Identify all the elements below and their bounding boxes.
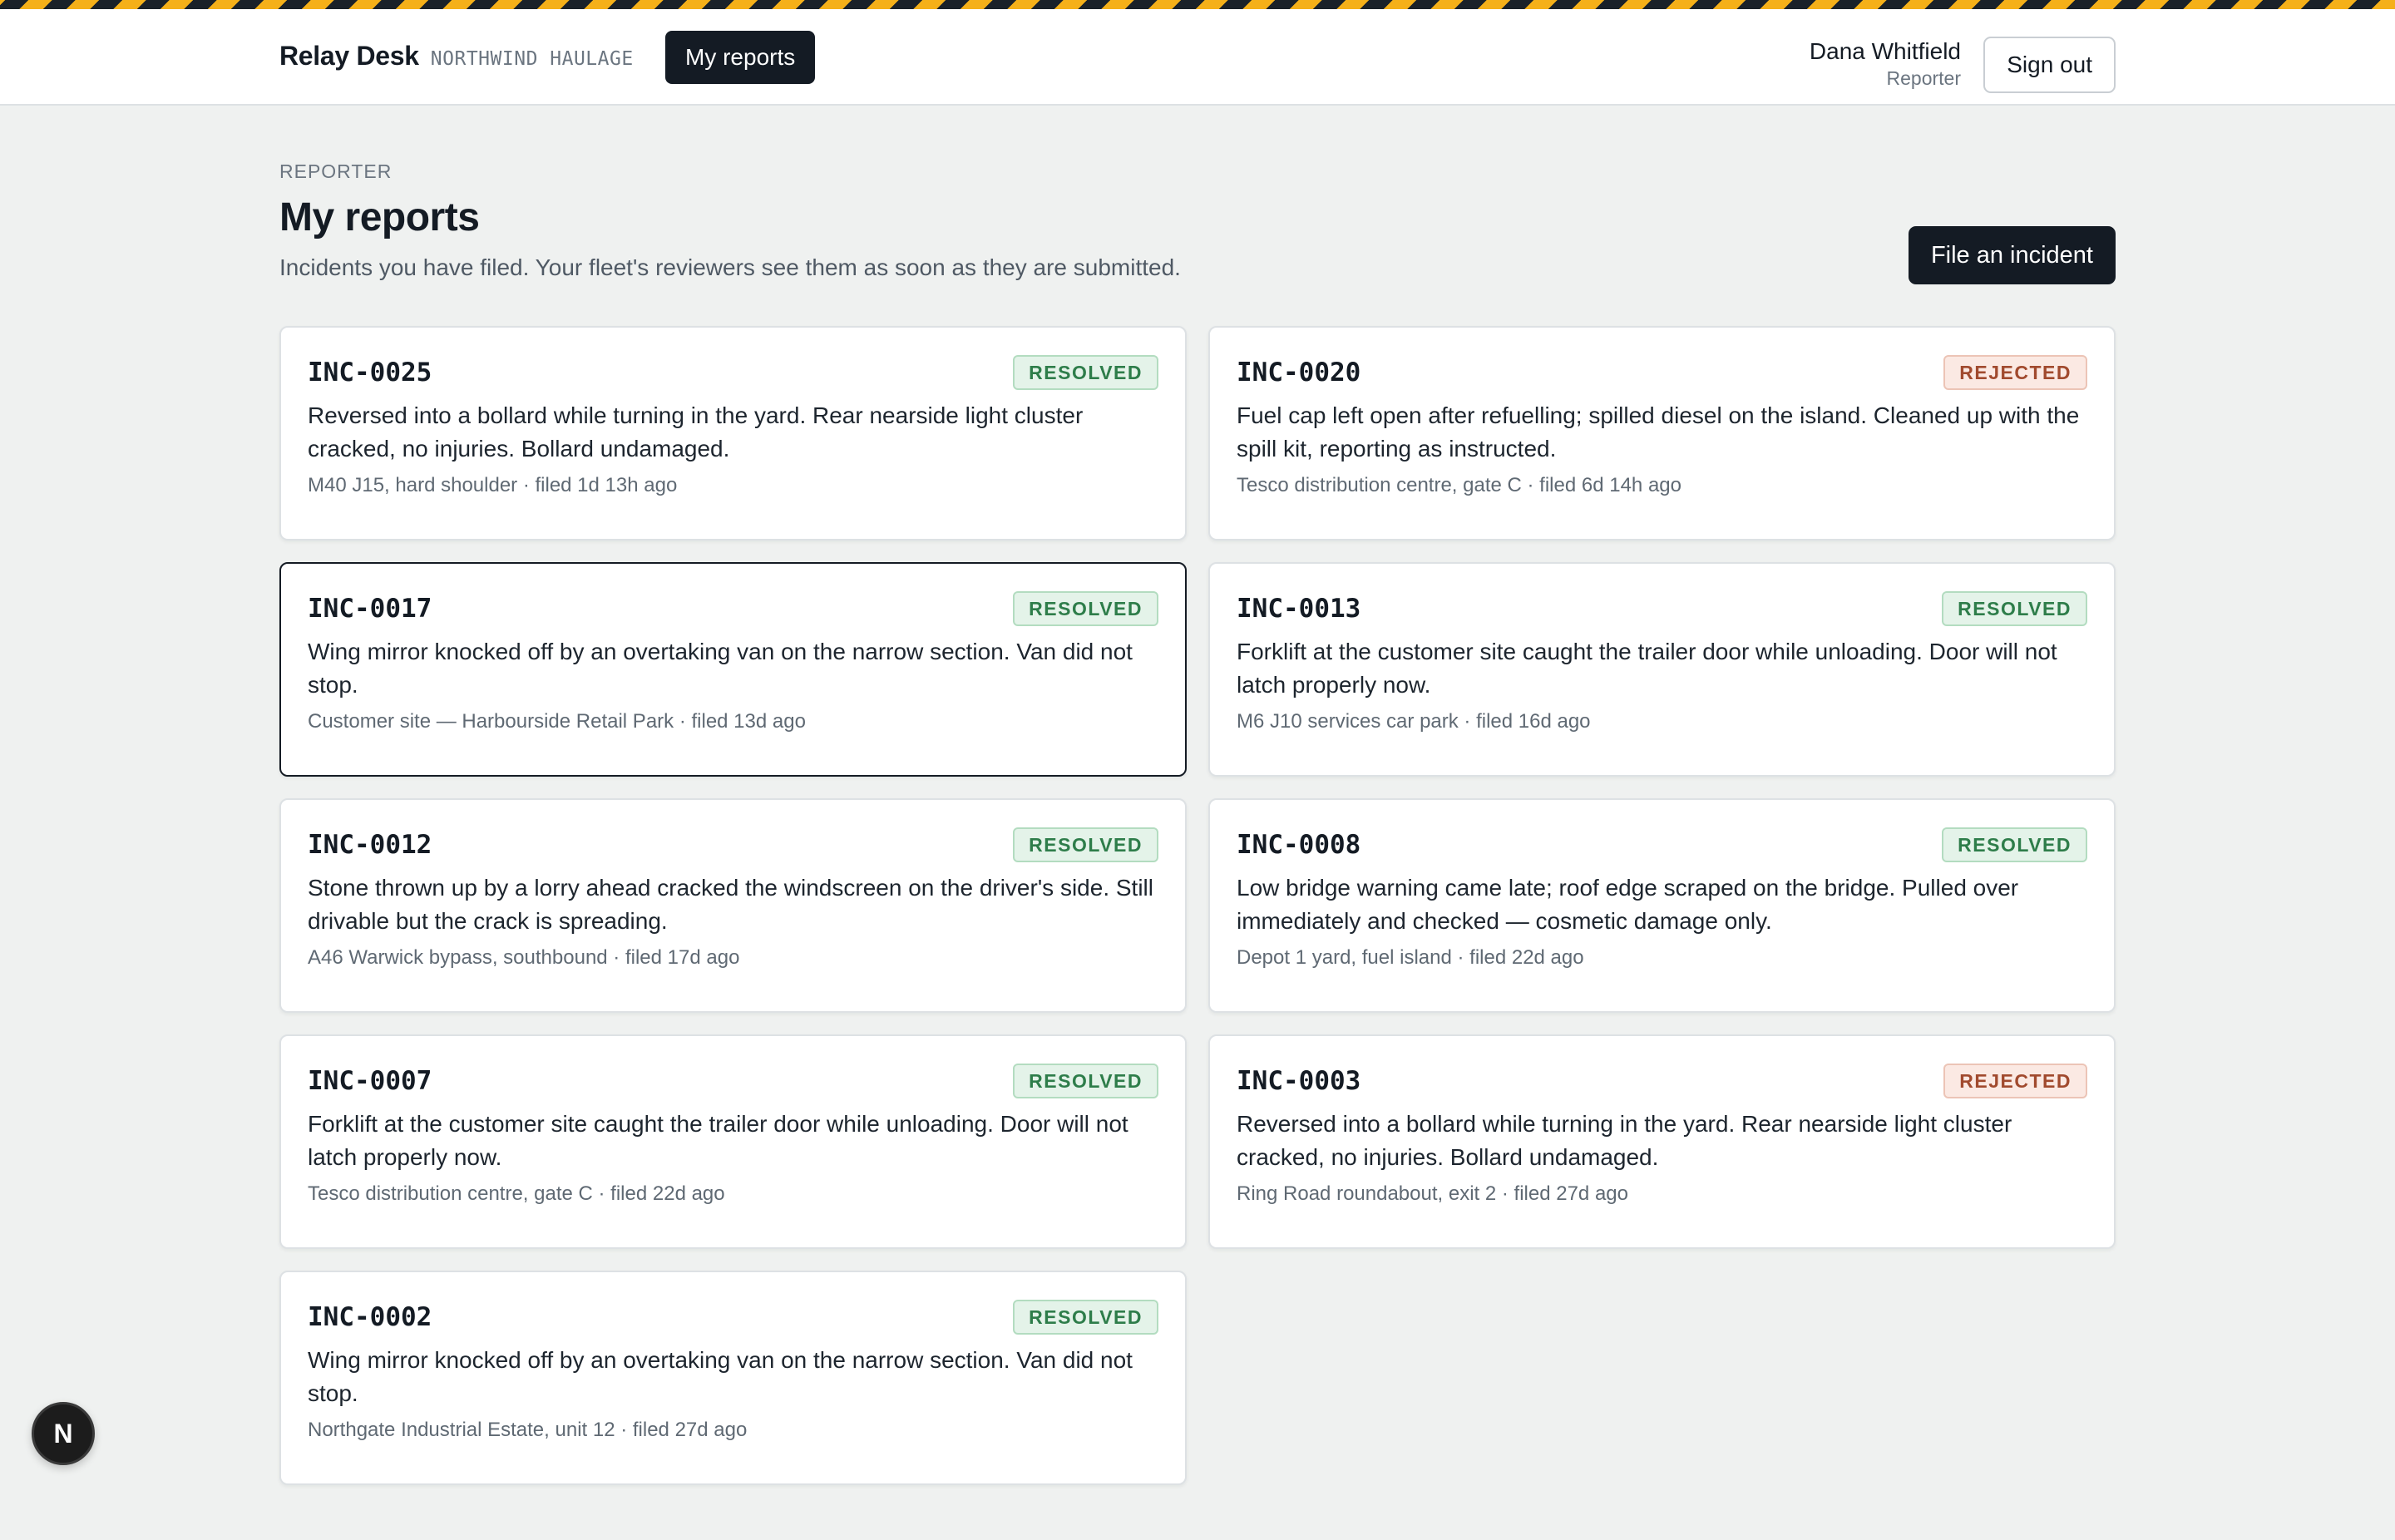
status-badge: RESOLVED xyxy=(1013,591,1158,626)
incident-description: Forklift at the customer site caught the… xyxy=(308,1111,1128,1170)
incident-description: Stone thrown up by a lorry ahead cracked… xyxy=(308,875,1153,934)
top-bar: Relay Desk NORTHWIND HAULAGE My reports … xyxy=(0,9,2395,106)
status-badge: RESOLVED xyxy=(1942,591,2087,626)
status-badge: RESOLVED xyxy=(1013,827,1158,862)
status-badge: RESOLVED xyxy=(1013,355,1158,390)
page-subtitle: Incidents you have filed. Your fleet's r… xyxy=(279,254,1181,280)
user-name: Dana Whitfield xyxy=(1809,38,1961,64)
user-role: Reporter xyxy=(1886,67,1961,89)
incident-id: INC-0012 xyxy=(308,830,432,860)
incident-description: Reversed into a bollard while turning in… xyxy=(308,402,1084,462)
brand-name: Relay Desk xyxy=(279,41,419,71)
incident-id: INC-0025 xyxy=(308,358,432,387)
incident-description: Forklift at the customer site caught the… xyxy=(1237,639,2057,698)
incident-card-selected[interactable]: INC-0017 RESOLVED Wing mirror knocked of… xyxy=(279,562,1187,777)
incident-id: INC-0007 xyxy=(308,1066,432,1096)
incident-id: INC-0020 xyxy=(1237,358,1361,387)
incident-card[interactable]: INC-0020 REJECTED Fuel cap left open aft… xyxy=(1208,326,2116,540)
incident-grid: INC-0025 RESOLVED Reversed into a bollar… xyxy=(279,326,2116,1485)
incident-id: INC-0017 xyxy=(308,594,432,624)
hazard-stripe xyxy=(0,0,2395,9)
page-title: My reports xyxy=(279,195,480,239)
incident-description: Wing mirror knocked off by an overtaking… xyxy=(308,1347,1133,1406)
brand[interactable]: Relay Desk NORTHWIND HAULAGE xyxy=(279,41,634,72)
nextjs-dev-badge[interactable]: N xyxy=(32,1402,95,1465)
incident-id: INC-0003 xyxy=(1237,1066,1361,1096)
org-name: NORTHWIND HAULAGE xyxy=(430,48,634,70)
file-incident-button[interactable]: File an incident xyxy=(1908,226,2116,284)
page-eyebrow: REPORTER xyxy=(279,160,393,182)
incident-card[interactable]: INC-0007 RESOLVED Forklift at the custom… xyxy=(279,1034,1187,1249)
incident-meta: M6 J10 services car park · filed 16d ago xyxy=(1237,710,1591,733)
user-info: Dana Whitfield Reporter xyxy=(1810,37,1961,91)
incident-meta: Customer site — Harbourside Retail Park … xyxy=(308,710,806,733)
incident-card[interactable]: INC-0013 RESOLVED Forklift at the custom… xyxy=(1208,562,2116,777)
incident-card[interactable]: INC-0008 RESOLVED Low bridge warning cam… xyxy=(1208,798,2116,1013)
incident-description: Low bridge warning came late; roof edge … xyxy=(1237,875,2019,934)
incident-meta: M40 J15, hard shoulder · filed 1d 13h ag… xyxy=(308,474,678,496)
incident-card[interactable]: INC-0025 RESOLVED Reversed into a bollar… xyxy=(279,326,1187,540)
status-badge: RESOLVED xyxy=(1013,1064,1158,1098)
incident-card[interactable]: INC-0002 RESOLVED Wing mirror knocked of… xyxy=(279,1271,1187,1485)
incident-meta: Tesco distribution centre, gate C · file… xyxy=(308,1182,725,1205)
incident-id: INC-0013 xyxy=(1237,594,1361,624)
incident-meta: Depot 1 yard, fuel island · filed 22d ag… xyxy=(1237,946,1584,969)
incident-meta: Northgate Industrial Estate, unit 12 · f… xyxy=(308,1419,748,1441)
incident-meta: Ring Road roundabout, exit 2 · filed 27d… xyxy=(1237,1182,1628,1205)
incident-card[interactable]: INC-0012 RESOLVED Stone thrown up by a l… xyxy=(279,798,1187,1013)
incident-id: INC-0002 xyxy=(308,1302,432,1332)
incident-id: INC-0008 xyxy=(1237,830,1361,860)
status-badge: RESOLVED xyxy=(1013,1300,1158,1335)
incident-description: Wing mirror knocked off by an overtaking… xyxy=(308,639,1133,698)
incident-description: Reversed into a bollard while turning in… xyxy=(1237,1111,2012,1170)
status-badge: REJECTED xyxy=(1943,1064,2087,1098)
nav-my-reports-button[interactable]: My reports xyxy=(665,31,816,84)
status-badge: REJECTED xyxy=(1943,355,2087,390)
incident-card[interactable]: INC-0003 REJECTED Reversed into a bollar… xyxy=(1208,1034,2116,1249)
incident-meta: A46 Warwick bypass, southbound · filed 1… xyxy=(308,946,740,969)
sign-out-button[interactable]: Sign out xyxy=(1983,37,2116,93)
incident-meta: Tesco distribution centre, gate C · file… xyxy=(1237,474,1681,496)
status-badge: RESOLVED xyxy=(1942,827,2087,862)
incident-description: Fuel cap left open after refuelling; spi… xyxy=(1237,402,2080,462)
